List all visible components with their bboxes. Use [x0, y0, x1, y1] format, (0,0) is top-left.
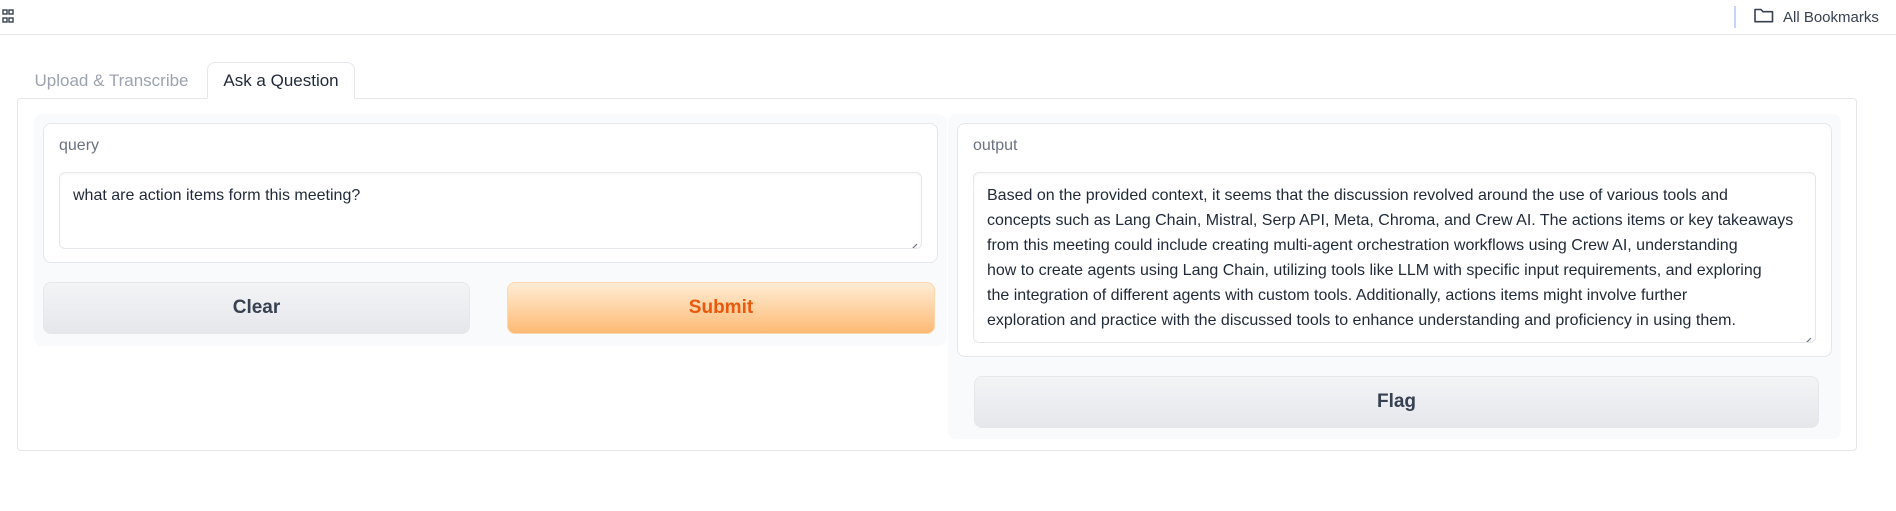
- submit-button[interactable]: Submit: [507, 282, 935, 334]
- output-label: output: [973, 137, 1018, 154]
- tab-panel: query what are action items form this me…: [17, 98, 1857, 451]
- clear-button[interactable]: Clear: [43, 282, 470, 334]
- output-line: how to create agents using Lang Chain, u…: [987, 262, 1762, 279]
- output-line: from this meeting could include creating…: [987, 237, 1738, 254]
- resize-handle-icon[interactable]: [908, 235, 918, 248]
- tab-ask-a-question[interactable]: Ask a Question: [207, 62, 355, 99]
- query-block: query what are action items form this me…: [43, 123, 938, 263]
- output-block: output Based on the provided context, it…: [957, 123, 1832, 357]
- all-bookmarks-label: All Bookmarks: [1783, 8, 1879, 26]
- bookmarks-bar: All Bookmarks: [0, 0, 1896, 35]
- resize-handle-icon[interactable]: [1802, 329, 1812, 342]
- input-column: query what are action items form this me…: [34, 114, 947, 346]
- all-bookmarks-button[interactable]: All Bookmarks: [1753, 5, 1879, 29]
- output-line: the integration of different agents with…: [987, 287, 1688, 304]
- query-label: query: [59, 137, 100, 154]
- query-input[interactable]: what are action items form this meeting?: [59, 172, 922, 249]
- folder-icon: [1753, 6, 1775, 28]
- output-column: output Based on the provided context, it…: [948, 114, 1841, 439]
- output-textbox[interactable]: Based on the provided context, it seems …: [973, 172, 1816, 343]
- query-text: what are action items form this meeting?: [73, 187, 361, 204]
- output-line: concepts such as Lang Chain, Mistral, Se…: [987, 212, 1794, 229]
- tab-upload-transcribe[interactable]: Upload & Transcribe: [28, 62, 195, 99]
- flag-button[interactable]: Flag: [974, 376, 1819, 428]
- apps-grid-icon[interactable]: [2, 8, 14, 26]
- output-line: exploration and practice with the discus…: [987, 312, 1736, 329]
- output-line: Based on the provided context, it seems …: [987, 187, 1728, 204]
- bookmarks-separator: [1734, 6, 1736, 28]
